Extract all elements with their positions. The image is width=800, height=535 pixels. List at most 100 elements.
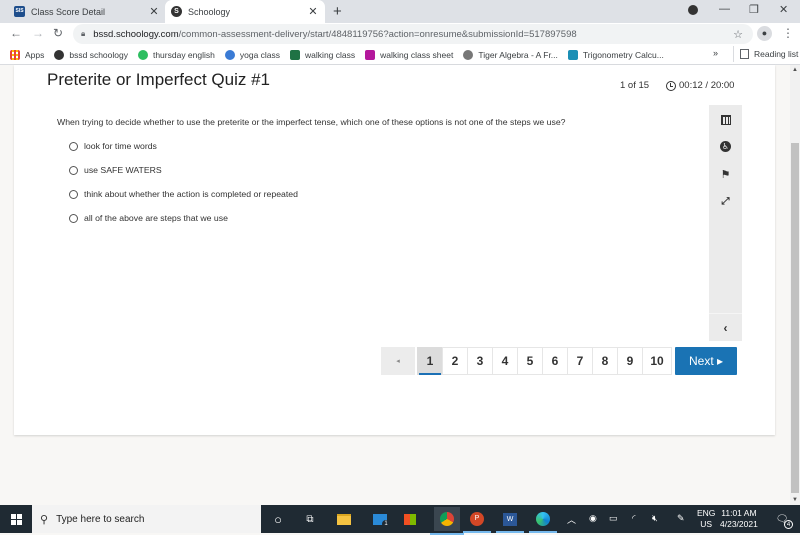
radio-button[interactable] <box>69 165 78 175</box>
calendar-tool-button[interactable] <box>709 110 742 130</box>
minimize-button[interactable]: — <box>719 3 730 15</box>
fullscreen-icon: ⤢ <box>721 195 730 207</box>
tiger-icon <box>463 49 474 60</box>
yoga-icon <box>224 49 235 60</box>
page-button-5[interactable]: 5 <box>517 347 543 375</box>
bookmark-star-icon[interactable]: ☆ <box>733 28 743 41</box>
url-domain: bssd.schoology.com <box>93 28 179 40</box>
trig-icon <box>567 49 578 60</box>
browser-menu-icon[interactable]: ⋮ <box>782 26 794 40</box>
answer-option[interactable]: all of the above are steps that we use <box>69 213 228 223</box>
microsoft-store-icon[interactable] <box>400 509 420 529</box>
schoology-favicon-icon: S <box>171 6 182 17</box>
reload-icon[interactable]: ↻ <box>53 26 63 40</box>
bookmark-walking-class[interactable]: walking class <box>290 49 356 60</box>
bookmark-thursday-english[interactable]: thursday english <box>137 49 215 60</box>
restore-button[interactable]: ❐ <box>749 3 759 16</box>
page-button-7[interactable]: 7 <box>567 347 593 375</box>
network-status-icon[interactable]: ◉ <box>589 513 597 524</box>
flag-tool-button[interactable]: ⚑ <box>709 164 742 184</box>
bookmark-walking-class-sheet[interactable]: walking class sheet <box>365 49 453 60</box>
notification-badge: 4 <box>784 520 793 529</box>
scroll-down-arrow-icon[interactable]: ▼ <box>792 497 798 503</box>
answer-option[interactable]: use SAFE WATERS <box>69 165 162 175</box>
taskbar-clock[interactable]: 11:01 AM 4/23/2021 <box>720 508 758 530</box>
chrome-taskbar-icon[interactable] <box>430 507 464 535</box>
wifi-icon[interactable]: ◜ <box>632 513 636 524</box>
pen-workspace-icon[interactable]: ✎ <box>677 513 685 524</box>
previous-question-button[interactable]: ◂ <box>381 347 415 375</box>
excel-icon <box>290 49 301 60</box>
radio-button[interactable] <box>69 189 78 199</box>
bookmarks-bar: Apps bssd schoology thursday english yog… <box>0 45 800 65</box>
question-counter: 1 of 15 <box>620 80 650 91</box>
word-icon[interactable]: W <box>496 509 524 533</box>
quiz-card: Preterite or Imperfect Quiz #1 1 of 15 0… <box>14 65 775 435</box>
action-center-icon[interactable]: 🗨︎ 4 <box>772 509 793 529</box>
page-button-6[interactable]: 6 <box>542 347 568 375</box>
page-button-3[interactable]: 3 <box>467 347 493 375</box>
tab-class-score-detail[interactable]: SIS Class Score Detail ✕ <box>8 0 166 23</box>
answer-option[interactable]: look for time words <box>69 141 157 151</box>
powerpoint-icon[interactable]: P <box>463 509 491 533</box>
bookmark-label: yoga class <box>239 49 281 60</box>
page-button-4[interactable]: 4 <box>492 347 518 375</box>
page-button-10[interactable]: 10 <box>642 347 672 375</box>
input-language-indicator[interactable]: ENG US <box>697 508 715 530</box>
battery-icon[interactable]: ▭ <box>609 513 618 524</box>
show-hidden-icons-button[interactable]: ︿ <box>567 513 576 526</box>
back-arrow-icon[interactable]: ← <box>10 26 22 40</box>
page-button-9[interactable]: 9 <box>617 347 643 375</box>
page-button-8[interactable]: 8 <box>592 347 618 375</box>
file-explorer-icon[interactable] <box>334 509 354 529</box>
scroll-up-arrow-icon[interactable]: ▲ <box>792 67 798 73</box>
lang-code: ENG <box>697 508 716 518</box>
page-button-1[interactable]: 1 <box>417 347 443 375</box>
volume-muted-icon[interactable]: 🔇︎ <box>652 513 658 524</box>
accessibility-tool-button[interactable]: ♿︎ <box>709 136 742 156</box>
clock-time: 11:01 AM <box>721 508 757 518</box>
taskbar-search-box[interactable]: ⚲ Type here to search <box>32 505 261 533</box>
sis-favicon-icon: SIS <box>14 6 25 17</box>
page-button-2[interactable]: 2 <box>442 347 468 375</box>
reading-list-button[interactable]: Reading list <box>733 46 798 62</box>
page-scrollbar[interactable]: ▲ ▼ <box>790 65 800 505</box>
close-tab-icon[interactable]: ✕ <box>306 5 320 18</box>
apps-grid-icon <box>10 49 20 60</box>
bookmark-bssd-schoology[interactable]: bssd schoology <box>54 49 128 60</box>
sheet-icon <box>365 49 376 60</box>
next-question-button[interactable]: Next ▸ <box>675 347 737 375</box>
task-view-icon[interactable]: ⧉ <box>300 509 320 529</box>
forward-arrow-icon[interactable]: → <box>32 26 44 40</box>
start-button[interactable] <box>0 505 32 533</box>
answer-option[interactable]: think about whether the action is comple… <box>69 189 298 199</box>
bookmark-label: walking class <box>305 49 356 60</box>
bookmark-apps[interactable]: Apps <box>10 49 44 60</box>
lock-icon: 🔒︎ <box>81 29 86 38</box>
fullscreen-tool-button[interactable]: ⤢ <box>709 191 742 211</box>
close-window-button[interactable]: ✕ <box>779 3 788 16</box>
address-bar[interactable]: 🔒︎ bssd.schoology.com /common-assessment… <box>73 24 753 44</box>
search-icon: ⚲ <box>40 513 49 526</box>
bookmark-trigonometry-calculator[interactable]: Trigonometry Calcu... <box>567 49 664 60</box>
radio-button[interactable] <box>69 141 78 151</box>
option-label: look for time words <box>84 141 157 151</box>
profile-avatar-icon[interactable]: ● <box>757 26 772 41</box>
scrollbar-thumb[interactable] <box>791 143 799 493</box>
collapse-panel-button[interactable]: ‹ <box>709 313 742 341</box>
close-tab-icon[interactable]: ✕ <box>147 5 161 18</box>
new-tab-button[interactable]: + <box>333 3 342 20</box>
edge-icon[interactable] <box>529 509 557 533</box>
bookmark-tiger-algebra[interactable]: Tiger Algebra - A Fr... <box>463 49 558 60</box>
url-path: /common-assessment-delivery/start/484811… <box>178 28 577 40</box>
radio-button[interactable] <box>69 213 78 223</box>
mail-icon[interactable]: 1 <box>370 509 390 529</box>
mail-badge: 1 <box>382 520 390 528</box>
accessibility-icon: ♿︎ <box>720 140 731 152</box>
bookmark-yoga-class[interactable]: yoga class <box>224 49 281 60</box>
bookmarks-overflow-button[interactable]: » <box>713 48 718 58</box>
cortana-icon[interactable]: ○ <box>268 509 288 529</box>
media-control-icon[interactable] <box>688 5 698 15</box>
browser-toolbar: ← → ↻ 🔒︎ bssd.schoology.com /common-asse… <box>0 23 800 45</box>
tab-schoology[interactable]: S Schoology ✕ <box>165 0 325 23</box>
